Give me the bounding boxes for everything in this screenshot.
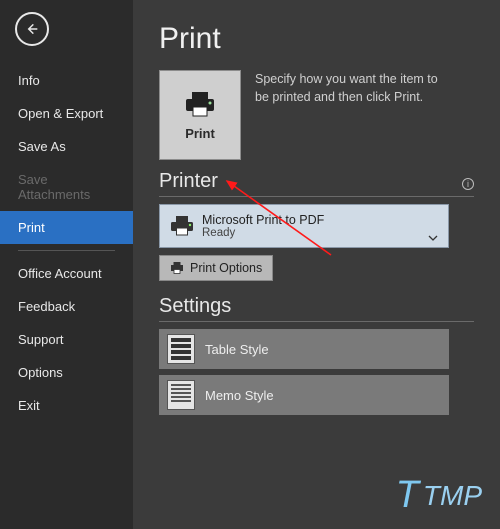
settings-heading-label: Settings <box>159 295 231 318</box>
print-panel: Print Print Specify how you want the ite… <box>133 0 500 529</box>
selected-printer-name: Microsoft Print to PDF <box>202 213 440 227</box>
arrow-left-icon <box>24 21 40 37</box>
sidebar-item-feedback[interactable]: Feedback <box>0 290 133 323</box>
print-options-button[interactable]: Print Options <box>159 255 273 281</box>
sidebar-item-info[interactable]: Info <box>0 64 133 97</box>
print-action-row: Print Specify how you want the item to b… <box>159 70 474 160</box>
sidebar-item-support[interactable]: Support <box>0 323 133 356</box>
print-help-text: Specify how you want the item to be prin… <box>255 70 455 106</box>
watermark-logo: T TMP <box>396 474 482 517</box>
style-memo[interactable]: Memo Style <box>159 375 449 415</box>
sidebar-item-save-attachments: Save Attachments <box>0 163 133 211</box>
printer-info-icon[interactable]: i <box>462 178 474 190</box>
sidebar-item-office-account[interactable]: Office Account <box>0 257 133 290</box>
selected-printer-status: Ready <box>202 227 440 239</box>
sidebar-item-options[interactable]: Options <box>0 356 133 389</box>
print-options-label: Print Options <box>190 261 262 275</box>
printer-section-heading: Printer i <box>159 170 474 197</box>
watermark-initial: T <box>396 474 419 517</box>
print-style-list: Table Style Memo Style <box>159 329 449 415</box>
settings-section-heading: Settings <box>159 295 474 322</box>
backstage-sidebar: Info Open & Export Save As Save Attachme… <box>0 0 133 529</box>
back-button[interactable] <box>15 12 49 46</box>
print-button[interactable]: Print <box>159 70 241 160</box>
printer-small-icon <box>168 212 196 240</box>
sidebar-item-exit[interactable]: Exit <box>0 389 133 422</box>
memo-style-icon <box>167 380 195 410</box>
sidebar-item-save-as[interactable]: Save As <box>0 130 133 163</box>
table-style-icon <box>167 334 195 364</box>
watermark-text: TMP <box>423 480 482 512</box>
printer-dropdown[interactable]: Microsoft Print to PDF Ready <box>159 204 449 248</box>
chevron-down-icon <box>428 235 438 241</box>
printer-icon <box>183 90 217 118</box>
printer-options-icon <box>170 261 184 275</box>
print-button-label: Print <box>185 126 215 141</box>
printer-heading-label: Printer <box>159 170 218 193</box>
sidebar-separator <box>18 250 115 251</box>
backstage-root: Info Open & Export Save As Save Attachme… <box>0 0 500 529</box>
sidebar-item-open-export[interactable]: Open & Export <box>0 97 133 130</box>
sidebar-item-print[interactable]: Print <box>0 211 133 244</box>
style-label: Memo Style <box>205 388 274 403</box>
style-label: Table Style <box>205 342 269 357</box>
page-title: Print <box>159 22 474 56</box>
printer-dropdown-text: Microsoft Print to PDF Ready <box>196 213 440 239</box>
style-table[interactable]: Table Style <box>159 329 449 369</box>
